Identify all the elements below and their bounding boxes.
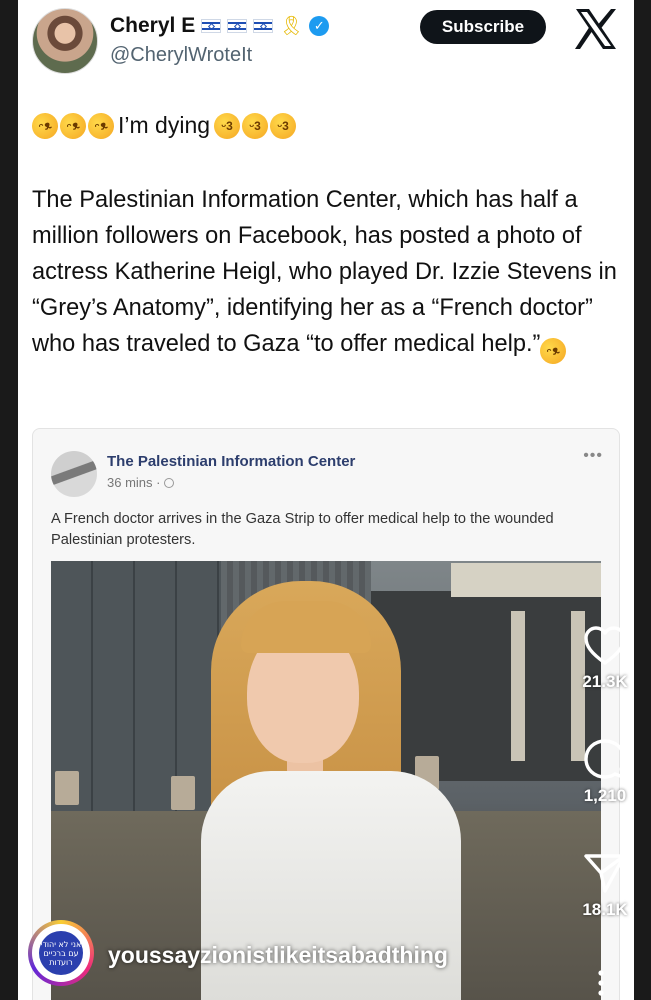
israel-flag-icon bbox=[253, 19, 274, 33]
photo-bollard bbox=[171, 776, 195, 810]
like-count: 21.3K bbox=[582, 672, 628, 691]
photo-person-fringe bbox=[241, 601, 371, 653]
israel-flag-icon bbox=[227, 19, 248, 33]
kissing-emoji-icon: ᵕ3 bbox=[242, 112, 269, 139]
author-avatar[interactable] bbox=[32, 8, 98, 74]
share-action[interactable]: 18.1K bbox=[572, 852, 638, 920]
tweet-card: Cheryl E 🎗 ✓ @CherylWroteIt Subscribe ᵔᴥ… bbox=[18, 0, 634, 1000]
rolling-laughing-emoji-icon: ᵔᴥ bbox=[56, 108, 90, 143]
photo-pillar bbox=[511, 611, 525, 761]
photo-building bbox=[371, 591, 601, 781]
comment-action[interactable]: 1,210 bbox=[572, 738, 638, 806]
more-vertical-icon[interactable] bbox=[596, 968, 606, 998]
yellow-ribbon-icon: 🎗 bbox=[279, 15, 304, 37]
photo-bollard bbox=[55, 771, 79, 805]
israel-flag-icon bbox=[201, 19, 222, 33]
tweet-lead-line: ᵔᴥ ᵔᴥ ᵔᴥ I’m dying ᵕ3 ᵕ3 ᵕ3 bbox=[28, 108, 297, 143]
fb-post-time: 36 mins · bbox=[107, 475, 161, 490]
photo-canopy bbox=[451, 563, 601, 597]
more-horizontal-icon: ••• bbox=[583, 447, 603, 464]
reel-username[interactable]: youssayzionistlikeitsabadthing bbox=[108, 942, 448, 969]
paper-plane-icon[interactable] bbox=[583, 852, 627, 894]
verified-check-icon: ✓ bbox=[309, 16, 330, 36]
author-handle[interactable]: @CherylWroteIt bbox=[110, 44, 252, 67]
fb-post-meta: 36 mins · bbox=[107, 475, 175, 490]
reel-user-avatar-text: אני לא יהודי עם ברכיים רועדות bbox=[39, 931, 83, 975]
share-count: 18.1K bbox=[582, 900, 628, 919]
embedded-facebook-post[interactable]: The Palestinian Information Center 36 mi… bbox=[32, 428, 620, 1000]
globe-icon bbox=[164, 477, 175, 488]
comment-bubble-icon[interactable] bbox=[583, 738, 627, 780]
kissing-emoji-icon: ᵕ3 bbox=[270, 112, 297, 139]
x-logo-icon[interactable] bbox=[572, 6, 620, 52]
tweet-body-text: The Palestinian Information Center, whic… bbox=[32, 187, 617, 357]
tweet-body: The Palestinian Information Center, whic… bbox=[32, 182, 628, 368]
author-name-row: Cheryl E 🎗 ✓ bbox=[110, 14, 330, 38]
rolling-laughing-emoji-icon: ᵔᴥ bbox=[28, 108, 62, 143]
author-display-name[interactable]: Cheryl E bbox=[110, 14, 195, 38]
rolling-laughing-emoji-icon: ᵔᴥ bbox=[536, 334, 571, 368]
reel-user-avatar[interactable]: אני לא יהודי עם ברכיים רועדות bbox=[28, 920, 94, 986]
subscribe-button[interactable]: Subscribe bbox=[420, 10, 546, 44]
tweet-lead-text: I’m dying bbox=[118, 112, 211, 138]
fb-page-avatar bbox=[51, 451, 97, 497]
embedded-photo bbox=[51, 561, 601, 1000]
comment-count: 1,210 bbox=[583, 786, 627, 805]
kissing-emoji-icon: ᵕ3 bbox=[214, 112, 241, 139]
heart-icon[interactable] bbox=[583, 626, 627, 666]
fb-page-name: The Palestinian Information Center bbox=[107, 453, 356, 470]
like-action[interactable]: 21.3K bbox=[572, 626, 638, 692]
fb-post-caption: A French doctor arrives in the Gaza Stri… bbox=[51, 511, 554, 548]
rolling-laughing-emoji-icon: ᵔᴥ bbox=[84, 108, 118, 143]
